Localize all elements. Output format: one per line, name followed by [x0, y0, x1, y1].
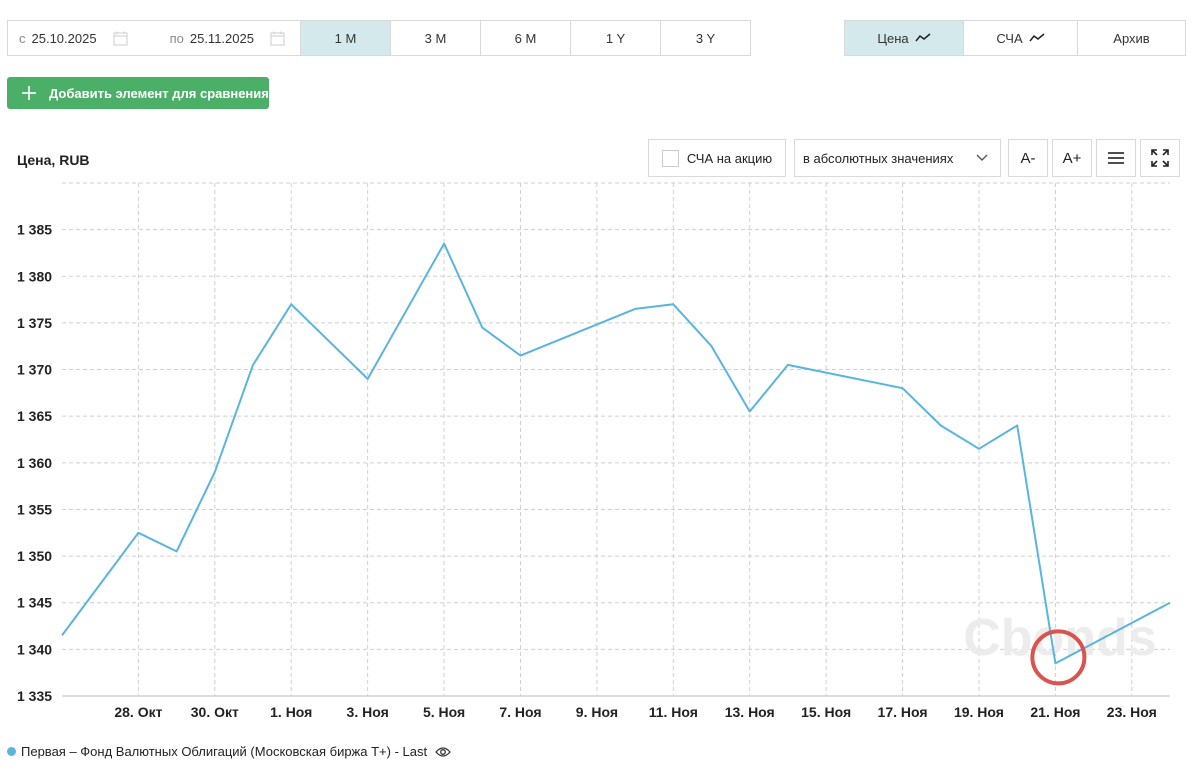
- legend-series-label: Первая – Фонд Валютных Облигаций (Москов…: [21, 744, 428, 759]
- price-series-line: [61, 242, 1171, 665]
- x-tick-label: 21. Ноя: [1030, 704, 1080, 720]
- y-tick-label: 1 370: [17, 362, 52, 378]
- eye-icon[interactable]: [435, 746, 451, 758]
- x-tick-label: 11. Ноя: [649, 704, 698, 720]
- y-tick-label: 1 355: [17, 501, 52, 517]
- x-tick-label: 19. Ноя: [954, 704, 1004, 720]
- y-tick-label: 1 380: [17, 268, 52, 284]
- x-tick-label: 5. Ноя: [423, 704, 465, 720]
- y-tick-label: 1 345: [17, 595, 52, 611]
- x-tick-label: 30. Окт: [191, 704, 239, 720]
- y-tick-label: 1 385: [17, 222, 52, 238]
- y-tick-label: 1 375: [17, 315, 52, 331]
- legend-series-marker: [7, 747, 16, 756]
- x-tick-label: 3. Ноя: [347, 704, 389, 720]
- x-tick-label: 1. Ноя: [270, 704, 312, 720]
- y-tick-label: 1 365: [17, 408, 52, 424]
- x-tick-label: 17. Ноя: [878, 704, 928, 720]
- y-tick-label: 1 350: [17, 548, 52, 564]
- x-tick-label: 28. Окт: [114, 704, 162, 720]
- x-tick-label: 9. Ноя: [576, 704, 618, 720]
- y-tick-label: 1 340: [17, 641, 52, 657]
- watermark: Cbonds: [963, 609, 1157, 667]
- x-tick-label: 15. Ноя: [801, 704, 851, 720]
- x-tick-label: 23. Ноя: [1107, 704, 1157, 720]
- price-line-chart: 1 335 1 340 1 345 1 350 1 355 1 360 1 365 1 370…: [17, 182, 1171, 720]
- chart-legend[interactable]: Первая – Фонд Валютных Облигаций (Москов…: [7, 744, 451, 759]
- y-tick-label: 1 335: [17, 688, 52, 704]
- x-tick-label: 7. Ноя: [499, 704, 541, 720]
- x-tick-label: 13. Ноя: [725, 704, 775, 720]
- y-tick-label: 1 360: [17, 455, 52, 471]
